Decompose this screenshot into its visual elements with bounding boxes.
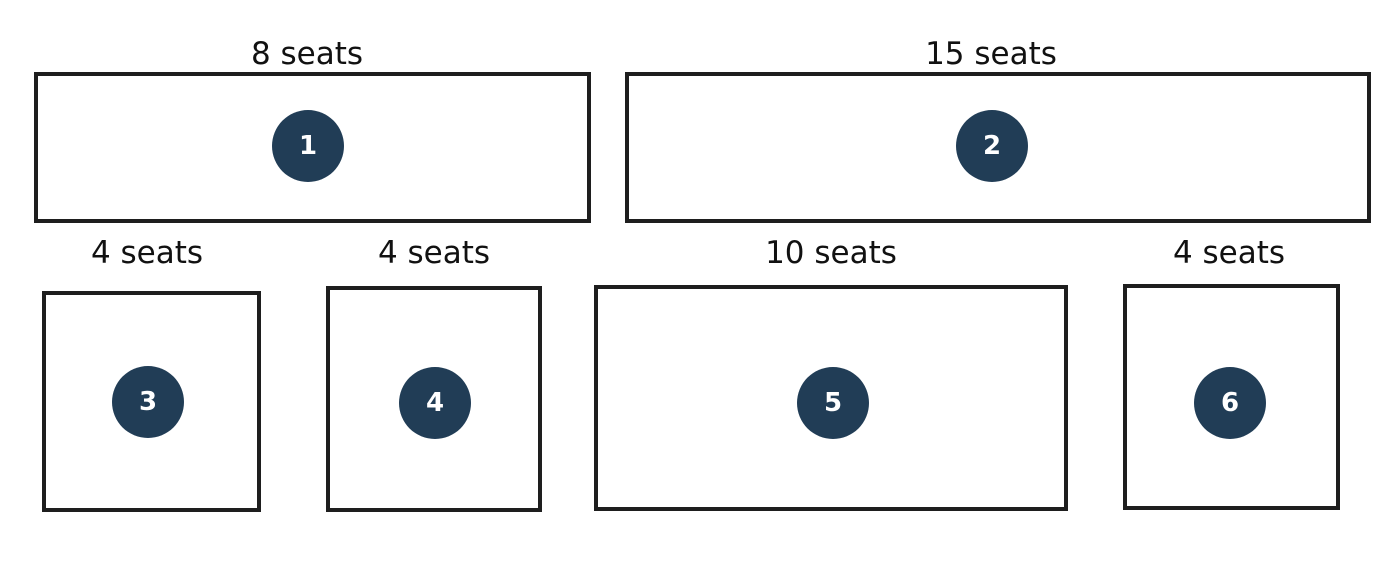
table-3-seats-label: 4 seats xyxy=(90,235,204,271)
table-4-number-badge: 4 xyxy=(399,367,471,439)
table-1-seats-label: 8 seats xyxy=(250,36,364,72)
table-4: 4 xyxy=(326,286,542,512)
table-5-seats-label: 10 seats xyxy=(765,235,897,271)
table-6-number-badge: 6 xyxy=(1194,367,1266,439)
table-6-seats-label: 4 seats xyxy=(1172,235,1286,271)
table-3-number-badge: 3 xyxy=(112,366,184,438)
table-6: 6 xyxy=(1123,284,1340,510)
table-1: 1 xyxy=(34,72,591,223)
table-2: 2 xyxy=(625,72,1371,223)
table-5-number-badge: 5 xyxy=(797,367,869,439)
table-1-number-badge: 1 xyxy=(272,110,344,182)
table-2-seats-label: 15 seats xyxy=(925,36,1057,72)
seating-layout: { "colors": { "marker_fill": "#213d56", … xyxy=(0,0,1396,580)
table-3: 3 xyxy=(42,291,261,512)
table-2-number-badge: 2 xyxy=(956,110,1028,182)
table-5: 5 xyxy=(594,285,1068,511)
table-4-seats-label: 4 seats xyxy=(377,235,491,271)
